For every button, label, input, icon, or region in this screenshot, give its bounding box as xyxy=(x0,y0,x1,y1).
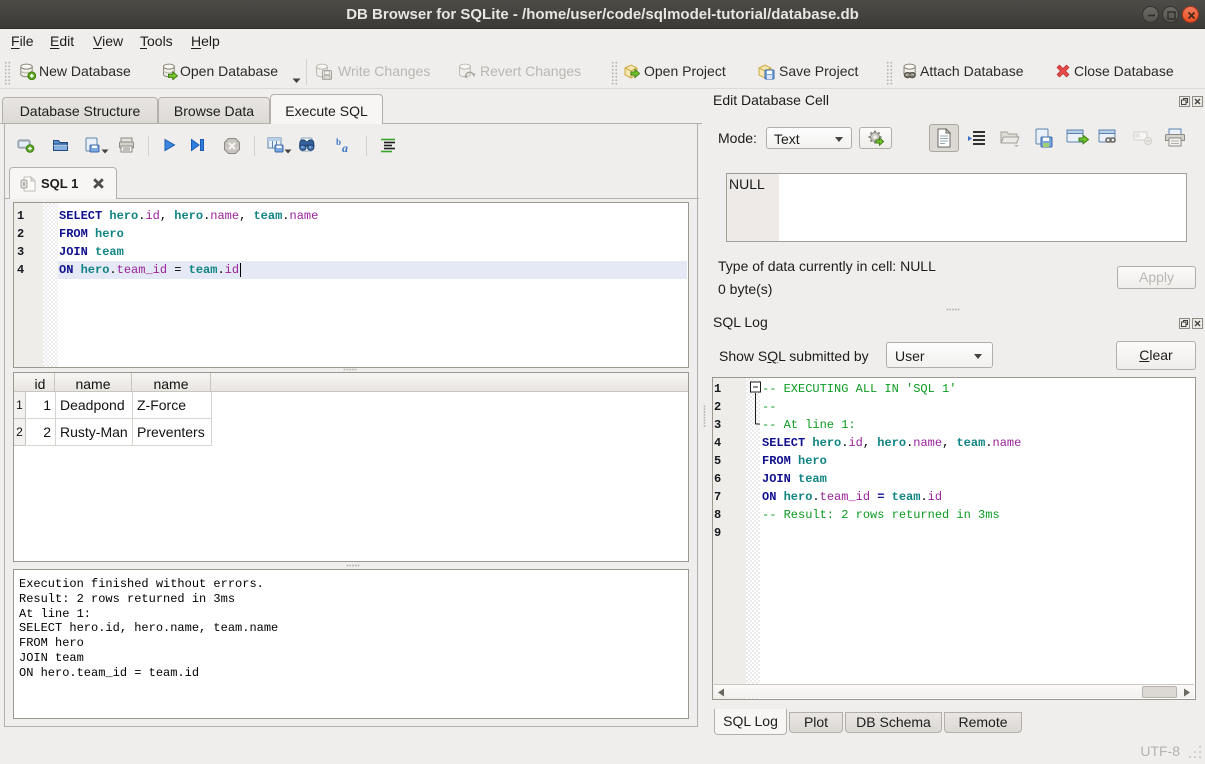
svg-text:a: a xyxy=(342,141,348,154)
svg-text:b: b xyxy=(336,137,341,147)
